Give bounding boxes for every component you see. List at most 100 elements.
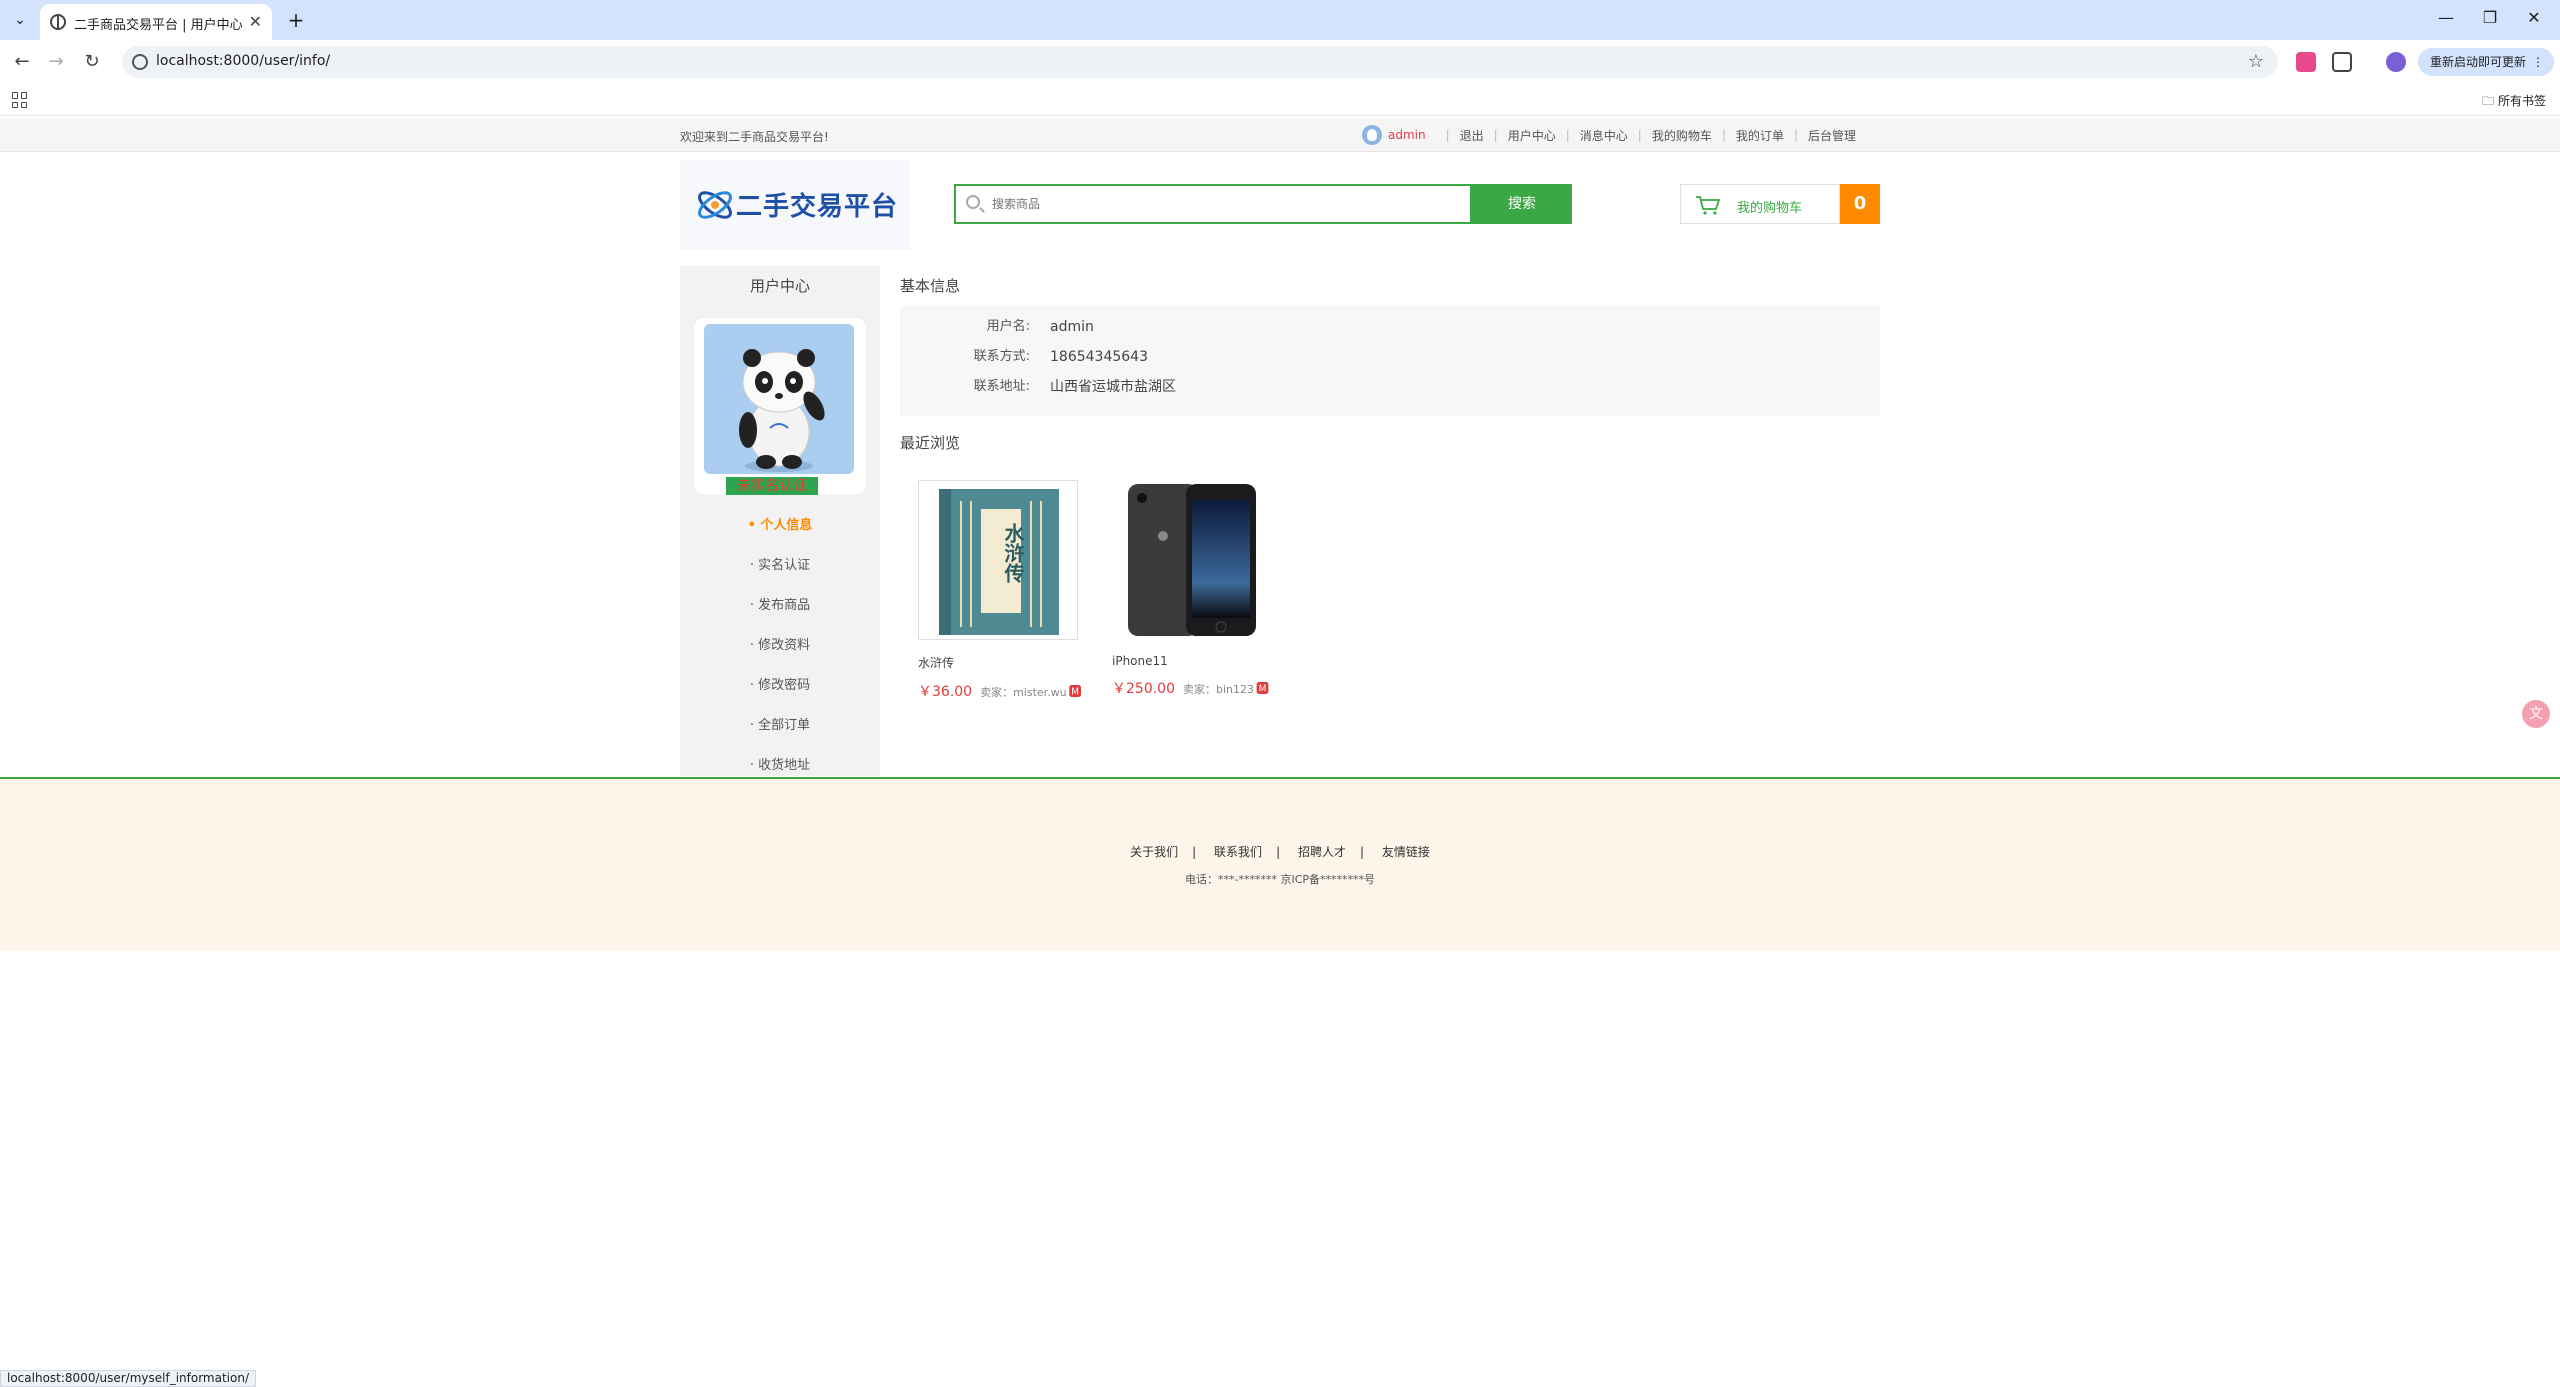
goods-price: ￥36.00 [918,684,973,700]
logout-link[interactable]: 退出 [1460,127,1484,144]
footer-icp: 电话：***-******* 京ICP备********号 [1184,873,1376,886]
goods-price: ￥250.00 [1112,681,1175,697]
info-row-contact: 联系方式: 18654345643 [900,342,1880,372]
panda-mascot-image [739,349,825,472]
all-bookmarks-label: 所有书签 [2497,94,2546,108]
info-label: 用户名: [986,319,1030,334]
search-box [954,184,1472,224]
goods-meta: ￥250.00 卖家：bin123 🅼 [1112,678,1272,698]
site-info-icon[interactable] [132,54,148,70]
verification-status-badge[interactable]: 未实名认证 [726,477,818,495]
info-row-address: 联系地址: 山西省运城市盐湖区 [900,372,1880,402]
footer-link-friends[interactable]: 友情链接 [1382,845,1430,859]
window-close-icon[interactable]: ✕ [2522,8,2546,27]
basic-info-title: 基本信息 [900,277,961,295]
sidebar-item-all-orders[interactable]: · 全部订单 [680,706,880,746]
bookmark-star-icon[interactable]: ☆ [2248,51,2264,72]
browser-tab-active[interactable]: 二手商品交易平台 | 用户中心 ✕ [40,4,272,40]
update-button-label: 重新启动即可更新 [2430,55,2527,69]
browser-tabbar: ⌄ 二手商品交易平台 | 用户中心 ✕ + — ❐ ✕ [0,0,2560,40]
profile-main: 基本信息 用户名: admin 联系方式: 18654345643 联系地址: … [900,266,1880,416]
tab-list-chevron-icon[interactable]: ⌄ [8,8,32,32]
user-avatar-small[interactable] [1362,125,1382,145]
apps-grid-icon[interactable] [12,92,28,108]
logo-atom-icon [698,191,732,219]
avatar-card [694,318,866,494]
goods-card[interactable]: iPhone11 ￥250.00 卖家：bin123 🅼 [1112,480,1272,698]
back-arrow-icon[interactable]: ← [10,50,34,74]
sidebar-item-edit-profile[interactable]: · 修改资料 [680,626,880,666]
welcome-text: 欢迎来到二手商品交易平台! [680,130,829,144]
my-orders-link[interactable]: 我的订单 [1736,127,1784,144]
site-footer: 关于我们 | 联系我们 | 招聘人才 | 友情链接 电话：***-******* 京I… [0,777,2560,951]
goods-meta: ￥36.00 卖家：mister.wu 🅼 [918,681,1082,701]
extension-icon[interactable] [2296,52,2316,72]
username-link[interactable]: admin [1388,128,1426,142]
logo-text: 二手交易平台 [736,192,899,222]
user-center-link[interactable]: 用户中心 [1508,127,1556,144]
address-url: localhost:8000/user/info/ [156,53,331,69]
goods-name[interactable]: 水浒传 [918,654,1078,671]
info-value: 18654345643 [1050,349,1148,365]
forward-arrow-icon[interactable]: → [44,50,68,74]
folder-icon: 🗀 [2482,94,2498,108]
new-tab-plus-icon[interactable]: + [282,6,310,34]
all-bookmarks-folder[interactable]: 🗀 所有书签 [2482,92,2546,113]
cart-icon [1696,196,1721,215]
cart-button[interactable]: 我的购物车 [1680,184,1840,224]
book-cover-image [939,489,1059,635]
recent-browse-title: 最近浏览 [900,434,961,452]
chat-icon[interactable]: 🅼 [1256,678,1269,697]
footer-links: 关于我们 | 联系我们 | 招聘人才 | 友情链接 [1130,845,1430,859]
status-bar-url: localhost:8000/user/myself_information/ [0,1370,256,1387]
chat-icon[interactable]: 🅼 [1069,681,1082,700]
footer-link-about[interactable]: 关于我们 [1130,845,1178,859]
admin-link[interactable]: 后台管理 [1808,127,1856,144]
tab-close-icon[interactable]: ✕ [249,12,262,31]
sidebar-item-verification[interactable]: · 实名认证 [680,546,880,586]
browser-toolbar: ← → ↻ localhost:8000/user/info/ ☆ [0,40,2560,84]
address-bar[interactable]: localhost:8000/user/info/ ☆ [122,46,2278,78]
reload-icon[interactable]: ↻ [80,50,104,74]
info-label: 联系方式: [973,349,1030,364]
search-input[interactable] [992,194,1452,214]
tab-title: 二手商品交易平台 | 用户中心 [74,18,243,33]
restore-icon[interactable]: ❐ [2478,8,2502,27]
goods-card[interactable]: 水浒传 水浒传 ￥36.00 卖家：mister.wu 🅼 [918,480,1082,701]
site-top-bar: 欢迎来到二手商品交易平台! admin | 退出 | 用户中心 | 消息中心 |… [0,118,2560,152]
sidebar-title: 用户中心 [749,277,810,295]
book-cover-title: 水浒传 [1001,523,1025,583]
search-icon [966,195,980,209]
puzzle-icon[interactable] [2332,52,2352,72]
minimize-icon[interactable]: — [2434,8,2458,27]
cart-count-badge: 0 [1840,184,1880,224]
footer-link-contact[interactable]: 联系我们 [1214,845,1262,859]
globe-icon [50,14,66,30]
footer-link-jobs[interactable]: 招聘人才 [1298,845,1346,859]
goods-seller: 卖家：mister.wu [980,686,1067,699]
translate-icon[interactable]: 文 [2522,700,2550,728]
info-row-username: 用户名: admin [900,312,1880,342]
update-button[interactable]: 重新启动即可更新 ⋮ [2418,48,2554,76]
info-value: admin [1050,319,1094,335]
cart-label: 我的购物车 [1737,201,1803,216]
message-center-link[interactable]: 消息中心 [1580,127,1628,144]
goods-image-phone[interactable] [1112,480,1272,640]
sidebar-item-publish-goods[interactable]: · 发布商品 [680,586,880,626]
profile-avatar-icon[interactable] [2386,52,2406,72]
basic-info-panel: 用户名: admin 联系方式: 18654345643 联系地址: 山西省运城… [900,306,1880,416]
goods-image-book[interactable]: 水浒传 [918,480,1078,640]
goods-seller: 卖家：bin123 [1183,683,1255,696]
top-links: admin | 退出 | 用户中心 | 消息中心 | 我的购物车 | 我的订单 … [1362,124,1856,146]
info-value: 山西省运城市盐湖区 [1050,379,1176,395]
goods-name[interactable]: iPhone11 [1112,654,1272,668]
user-avatar[interactable] [704,324,854,474]
my-cart-link[interactable]: 我的购物车 [1652,127,1712,144]
site-logo[interactable]: 二手交易平台 [680,160,910,250]
sidebar-item-change-password[interactable]: · 修改密码 [680,666,880,706]
search-button[interactable]: 搜索 [1472,184,1572,224]
user-sidebar: 用户中心 • 个人信息 · 实名认证 · 发布商品 · 修改资料 · 修改密码 … [680,266,880,776]
kebab-menu-icon[interactable]: ⋮ [2532,55,2544,69]
info-label: 联系地址: [973,379,1030,394]
sidebar-item-personal-info[interactable]: • 个人信息 [680,506,880,546]
